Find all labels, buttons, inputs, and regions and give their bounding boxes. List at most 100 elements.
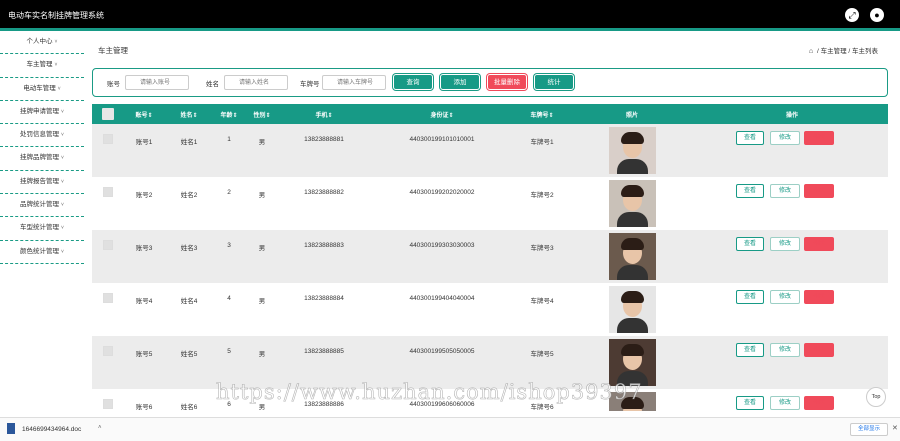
cell-plate: 车牌号2 — [530, 192, 554, 199]
owner-photo[interactable] — [609, 127, 656, 174]
stats-button[interactable]: 统计 — [534, 74, 574, 90]
photo-hair — [621, 132, 644, 144]
select-all-checkbox[interactable] — [102, 108, 114, 120]
owner-table: 账号⇕ 姓名⇕ 年龄⇕ 性别⇕ 手机⇕ 身份证⇕ 车牌号⇕ 照片 操作 账号1 姓… — [92, 104, 888, 411]
name-input[interactable] — [224, 75, 288, 90]
close-icon[interactable]: ✕ — [892, 424, 898, 432]
main-content: 车主管理 ⌂ / 车主管理 / 车主列表 账号 姓名 车牌号 查询 添加 批量删… — [84, 31, 900, 411]
cell-phone: 13823888881 — [304, 136, 344, 143]
delete-button[interactable]: 删除 — [804, 184, 834, 198]
batch-delete-button[interactable]: 批量删除 — [487, 74, 527, 90]
chevron-down-icon: ˅ — [54, 62, 58, 69]
cell-plate: 车牌号3 — [530, 245, 554, 252]
breadcrumb-sep: / — [816, 48, 819, 55]
col-gender[interactable]: 性别⇕ — [242, 110, 282, 119]
view-button[interactable]: 查看 — [736, 343, 764, 357]
edit-button[interactable]: 修改 — [770, 131, 800, 145]
user-icon[interactable]: ● — [870, 8, 884, 22]
photo-body — [617, 265, 648, 280]
row-checkbox[interactable] — [103, 399, 113, 409]
sidebar-item-color-stats[interactable]: 颜色统计管理 ˅ — [0, 241, 84, 264]
search-bar: 账号 姓名 车牌号 查询 添加 批量删除 统计 — [92, 68, 888, 97]
cell-id-card: 440300199101010001 — [409, 136, 475, 143]
edit-button[interactable]: 修改 — [770, 343, 800, 357]
owner-photo[interactable] — [609, 180, 656, 227]
sidebar-item-owner-management[interactable]: 车主管理 ˅ — [0, 54, 84, 78]
edit-button[interactable]: 修改 — [770, 290, 800, 304]
home-icon[interactable]: ⌂ — [809, 48, 813, 55]
col-photo: 照片 — [625, 113, 638, 119]
edit-button[interactable]: 修改 — [770, 184, 800, 198]
col-phone[interactable]: 手机⇕ — [304, 110, 344, 119]
sidebar-item-penalty-info[interactable]: 处罚信息管理 ˅ — [0, 124, 84, 148]
account-label: 账号 — [107, 81, 120, 88]
photo-hair — [621, 185, 644, 197]
cell-plate: 车牌号5 — [530, 351, 554, 358]
photo-body — [617, 318, 648, 333]
sidebar-item-brand-stats[interactable]: 品牌统计管理 ˅ — [0, 194, 84, 218]
table-row: 账号1 姓名1 1 男 13823888881 440300199101010001 车牌号… — [92, 124, 888, 177]
sidebar-item-model-stats[interactable]: 车型统计管理 ˅ — [0, 217, 84, 241]
cell-id-card: 440300199404040004 — [409, 295, 475, 302]
sidebar-item-ebike-management[interactable]: 电动车管理 ˅ — [0, 78, 84, 101]
delete-button[interactable]: 删除 — [804, 237, 834, 251]
show-all-button[interactable]: 全部显示 — [850, 423, 888, 436]
cell-account: 账号1 — [135, 139, 153, 146]
cell-gender: 男 — [258, 139, 266, 146]
view-button[interactable]: 查看 — [736, 237, 764, 251]
sidebar-item-label: 挂牌品牌管理 — [20, 154, 60, 162]
view-button[interactable]: 查看 — [736, 184, 764, 198]
expand-icon[interactable]: ⤢ — [845, 8, 859, 22]
edit-button[interactable]: 修改 — [770, 396, 800, 410]
cell-gender: 男 — [258, 298, 266, 305]
row-checkbox[interactable] — [103, 187, 113, 197]
add-button[interactable]: 添加 — [440, 74, 480, 90]
row-checkbox[interactable] — [103, 240, 113, 250]
col-id-card[interactable]: 身份证⇕ — [412, 110, 472, 119]
edit-button[interactable]: 修改 — [770, 237, 800, 251]
back-to-top-button[interactable]: Top — [866, 387, 886, 407]
cell-name: 姓名4 — [180, 298, 198, 305]
account-input[interactable] — [125, 75, 189, 90]
cell-account: 账号4 — [135, 298, 153, 305]
delete-button[interactable]: 删除 — [804, 343, 834, 357]
download-file-name[interactable]: 1646699434964.doc — [22, 426, 81, 433]
chevron-up-icon[interactable]: ˄ — [98, 425, 102, 431]
row-checkbox[interactable] — [103, 134, 113, 144]
delete-button[interactable]: 删除 — [804, 131, 834, 145]
doc-file-icon — [7, 423, 15, 434]
chevron-down-icon: ˅ — [61, 225, 64, 232]
col-name[interactable]: 姓名⇕ — [169, 110, 209, 119]
table-row: 账号2 姓名2 2 男 13823888882 440300199202020002 车牌号… — [92, 177, 888, 230]
breadcrumb-parent[interactable]: 车主管理 — [821, 48, 847, 55]
delete-button[interactable]: 删除 — [804, 290, 834, 304]
chevron-down-icon: ˅ — [61, 108, 64, 115]
cell-account: 账号5 — [135, 351, 153, 358]
sidebar-item-personal-center[interactable]: 个人中心 ˅ — [0, 31, 84, 55]
plate-input[interactable] — [322, 75, 386, 90]
sidebar-item-plate-brand[interactable]: 挂牌品牌管理 ˅ — [0, 147, 84, 171]
row-checkbox[interactable] — [103, 346, 113, 356]
owner-photo[interactable] — [609, 339, 656, 386]
row-checkbox[interactable] — [103, 293, 113, 303]
delete-button[interactable]: 删除 — [804, 396, 834, 410]
photo-hair — [621, 291, 644, 303]
cell-id-card: 440300199202020002 — [409, 189, 475, 196]
view-button[interactable]: 查看 — [736, 290, 764, 304]
download-bar: 1646699434964.doc ˄ 全部显示 ✕ — [0, 417, 900, 441]
col-account[interactable]: 账号⇕ — [124, 110, 164, 119]
query-button[interactable]: 查询 — [393, 74, 433, 90]
col-plate[interactable]: 车牌号⇕ — [517, 110, 567, 119]
sidebar-item-label: 颜色统计管理 — [20, 247, 60, 255]
sidebar-item-plate-application[interactable]: 挂牌申请管理 ˅ — [0, 101, 84, 125]
sidebar-item-label: 车型统计管理 — [20, 224, 60, 232]
page-title: 车主管理 — [98, 46, 128, 55]
col-actions: 操作 — [785, 113, 798, 119]
plate-label: 车牌号 — [300, 81, 320, 88]
owner-photo[interactable] — [609, 286, 656, 333]
view-button[interactable]: 查看 — [736, 131, 764, 145]
sidebar-item-plate-report[interactable]: 挂牌报告管理 ˅ — [0, 171, 84, 195]
cell-name: 姓名1 — [180, 139, 198, 146]
owner-photo[interactable] — [609, 233, 656, 280]
view-button[interactable]: 查看 — [736, 396, 764, 410]
